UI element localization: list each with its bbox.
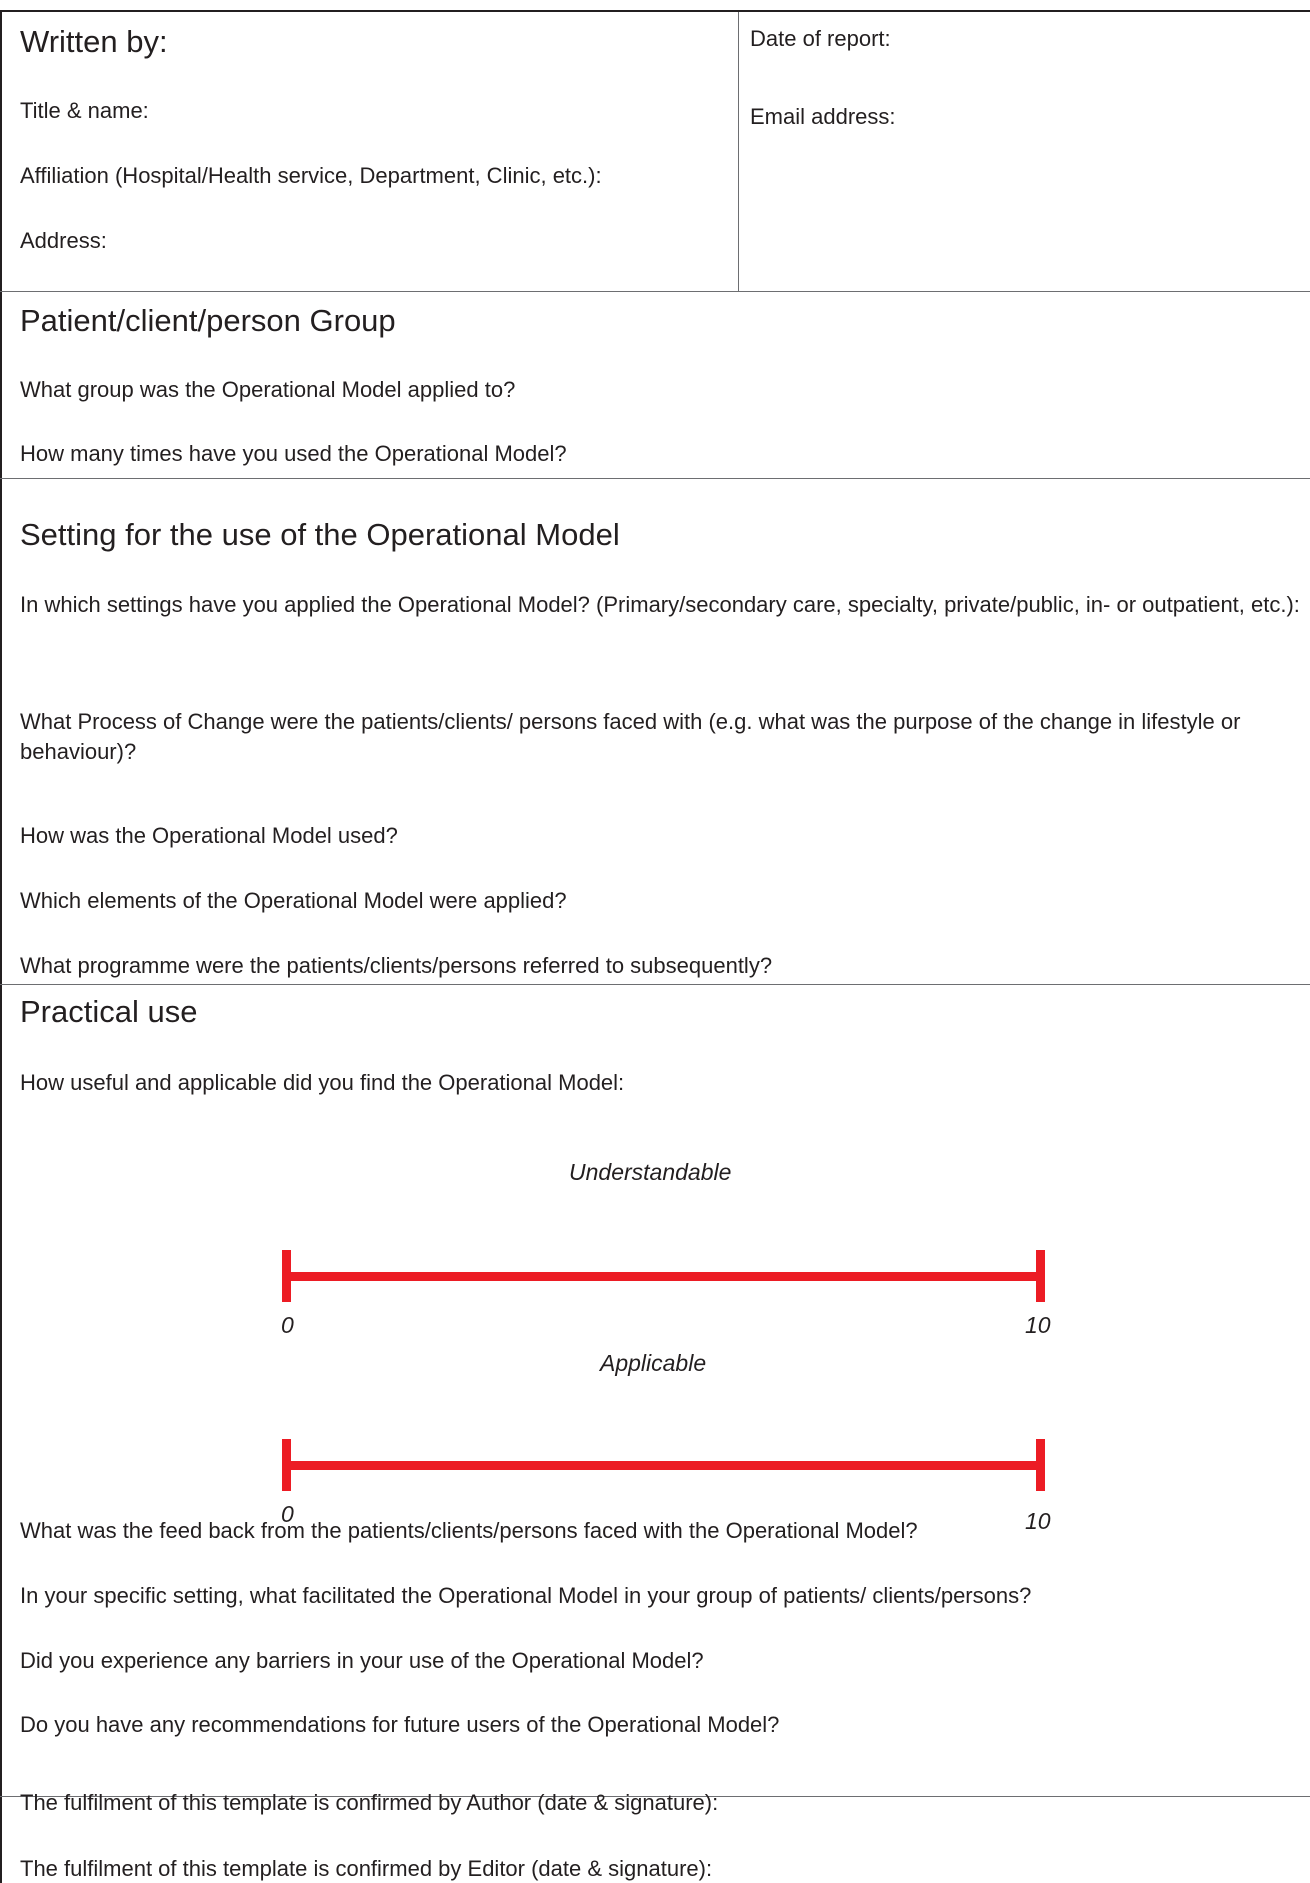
question-programme-referred[interactable]: What programme were the patients/clients… (20, 953, 772, 979)
scale-max-label: 10 (1025, 1312, 1051, 1338)
understandable-scale[interactable] (282, 1250, 1045, 1302)
question-recommendations[interactable]: Do you have any recommendations for futu… (20, 1712, 779, 1738)
question-process-of-change[interactable]: What Process of Change were the patients… (20, 707, 1310, 767)
practical-use-heading: Practical use (20, 994, 198, 1029)
question-how-used[interactable]: How was the Operational Model used? (20, 823, 398, 849)
question-elements-applied[interactable]: Which elements of the Operational Model … (20, 888, 567, 914)
written-by-heading: Written by: (20, 24, 168, 59)
question-barriers[interactable]: Did you experience any barriers in your … (20, 1648, 704, 1674)
question-feedback[interactable]: What was the feed back from the patients… (20, 1518, 918, 1544)
email-address-field[interactable]: Email address: (750, 104, 896, 130)
section-divider (0, 984, 1310, 985)
title-name-field[interactable]: Title & name: (20, 98, 149, 124)
scale-track (282, 1272, 1045, 1281)
section-divider (0, 291, 1310, 292)
editor-confirmation[interactable]: The fulfilment of this template is confi… (20, 1856, 712, 1882)
header-column-divider (738, 12, 739, 291)
question-usefulness: How useful and applicable did you find t… (20, 1070, 625, 1095)
scale-label-understandable: Understandable (569, 1159, 732, 1185)
address-field[interactable]: Address: (20, 228, 107, 254)
question-facilitated[interactable]: In your specific setting, what facilitat… (20, 1583, 1031, 1609)
author-confirmation[interactable]: The fulfilment of this template is confi… (20, 1790, 718, 1816)
section-divider (0, 478, 1310, 479)
scale-max-label: 10 (1025, 1508, 1051, 1534)
scale-min-label: 0 (281, 1312, 294, 1338)
setting-heading: Setting for the use of the Operational M… (20, 517, 620, 552)
top-border (0, 10, 1310, 12)
question-times-used[interactable]: How many times have you used the Operati… (20, 441, 567, 467)
date-of-report-field[interactable]: Date of report: (750, 26, 891, 52)
report-template-page: Written by: Title & name: Affiliation (H… (0, 0, 1310, 1883)
question-group-applied[interactable]: What group was the Operational Model app… (20, 377, 515, 403)
scale-label-applicable: Applicable (600, 1350, 707, 1376)
scale-track (282, 1461, 1045, 1470)
question-settings-applied[interactable]: In which settings have you applied the O… (20, 590, 1310, 620)
applicable-scale[interactable] (282, 1439, 1045, 1491)
patient-group-heading: Patient/client/person Group (20, 303, 396, 338)
affiliation-field[interactable]: Affiliation (Hospital/Health service, De… (20, 163, 602, 189)
